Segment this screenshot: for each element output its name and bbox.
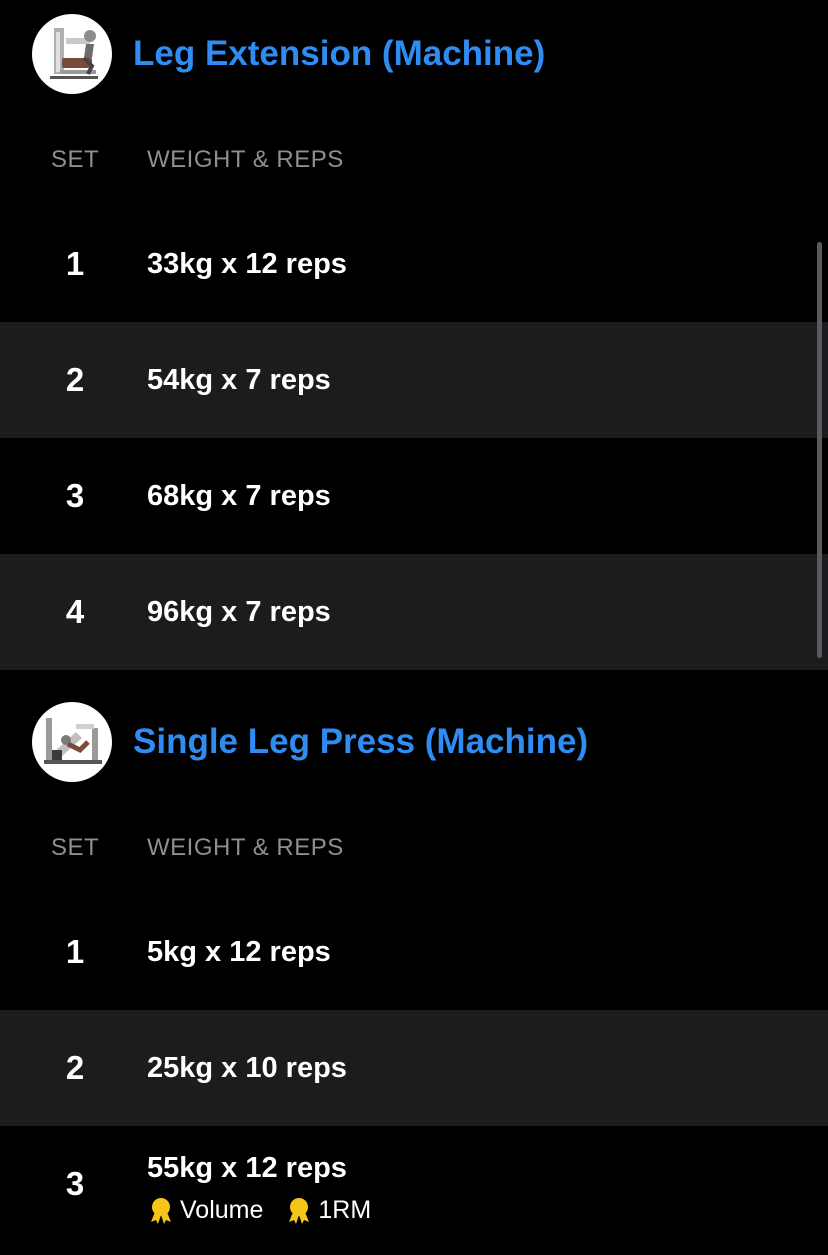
set-column-header: SET xyxy=(51,146,100,173)
set-row[interactable]: 2 54kg x 7 reps xyxy=(0,322,828,438)
set-weight-reps: 68kg x 7 reps xyxy=(147,480,331,512)
column-headers: SET WEIGHT & REPS xyxy=(0,138,828,178)
set-weight-reps: 33kg x 12 reps xyxy=(147,248,347,280)
set-row[interactable]: 1 33kg x 12 reps xyxy=(0,206,828,322)
weight-reps-column-header: WEIGHT & REPS xyxy=(147,834,344,861)
exercise-title[interactable]: Single Leg Press (Machine) xyxy=(133,722,588,762)
leg-extension-machine-icon xyxy=(32,14,112,94)
set-row[interactable]: 4 96kg x 7 reps xyxy=(0,554,828,670)
set-row[interactable]: 2 25kg x 10 reps xyxy=(0,1010,828,1126)
set-weight-reps: 55kg x 12 reps xyxy=(147,1152,347,1184)
set-number: 3 xyxy=(65,1165,85,1202)
set-column-header: SET xyxy=(51,834,100,861)
vertical-scrollbar[interactable] xyxy=(817,242,822,658)
personal-record-badges: Volume 1RM xyxy=(147,1192,393,1228)
exercise-header-single-leg-press[interactable]: Single Leg Press (Machine) xyxy=(32,701,588,783)
volume-record-badge: Volume xyxy=(147,1196,263,1225)
set-number: 3 xyxy=(65,477,85,514)
set-number: 1 xyxy=(65,245,85,282)
badge-label: Volume xyxy=(180,1195,264,1224)
set-weight-reps: 5kg x 12 reps xyxy=(147,936,331,968)
set-number: 2 xyxy=(65,361,85,398)
exercise-title[interactable]: Leg Extension (Machine) xyxy=(133,34,545,74)
medal-icon xyxy=(289,1198,310,1224)
set-row[interactable]: 3 68kg x 7 reps xyxy=(0,438,828,554)
set-number: 4 xyxy=(65,593,85,630)
set-row[interactable]: 3 55kg x 12 reps Volume 1RM xyxy=(0,1126,828,1242)
medal-icon xyxy=(151,1198,171,1224)
column-headers: SET WEIGHT & REPS xyxy=(0,826,828,866)
exercise-header-leg-extension[interactable]: Leg Extension (Machine) xyxy=(32,13,545,95)
set-number: 2 xyxy=(65,1049,85,1086)
leg-press-machine-icon xyxy=(32,702,112,782)
badge-label: 1RM xyxy=(318,1195,372,1224)
one-rep-max-badge: 1RM xyxy=(285,1196,371,1225)
set-row[interactable]: 1 5kg x 12 reps xyxy=(0,894,828,1010)
set-weight-reps: 54kg x 7 reps xyxy=(147,364,331,396)
set-number: 1 xyxy=(65,933,85,970)
set-weight-reps: 25kg x 10 reps xyxy=(147,1052,347,1084)
weight-reps-column-header: WEIGHT & REPS xyxy=(147,146,344,173)
set-weight-reps: 96kg x 7 reps xyxy=(147,596,331,628)
